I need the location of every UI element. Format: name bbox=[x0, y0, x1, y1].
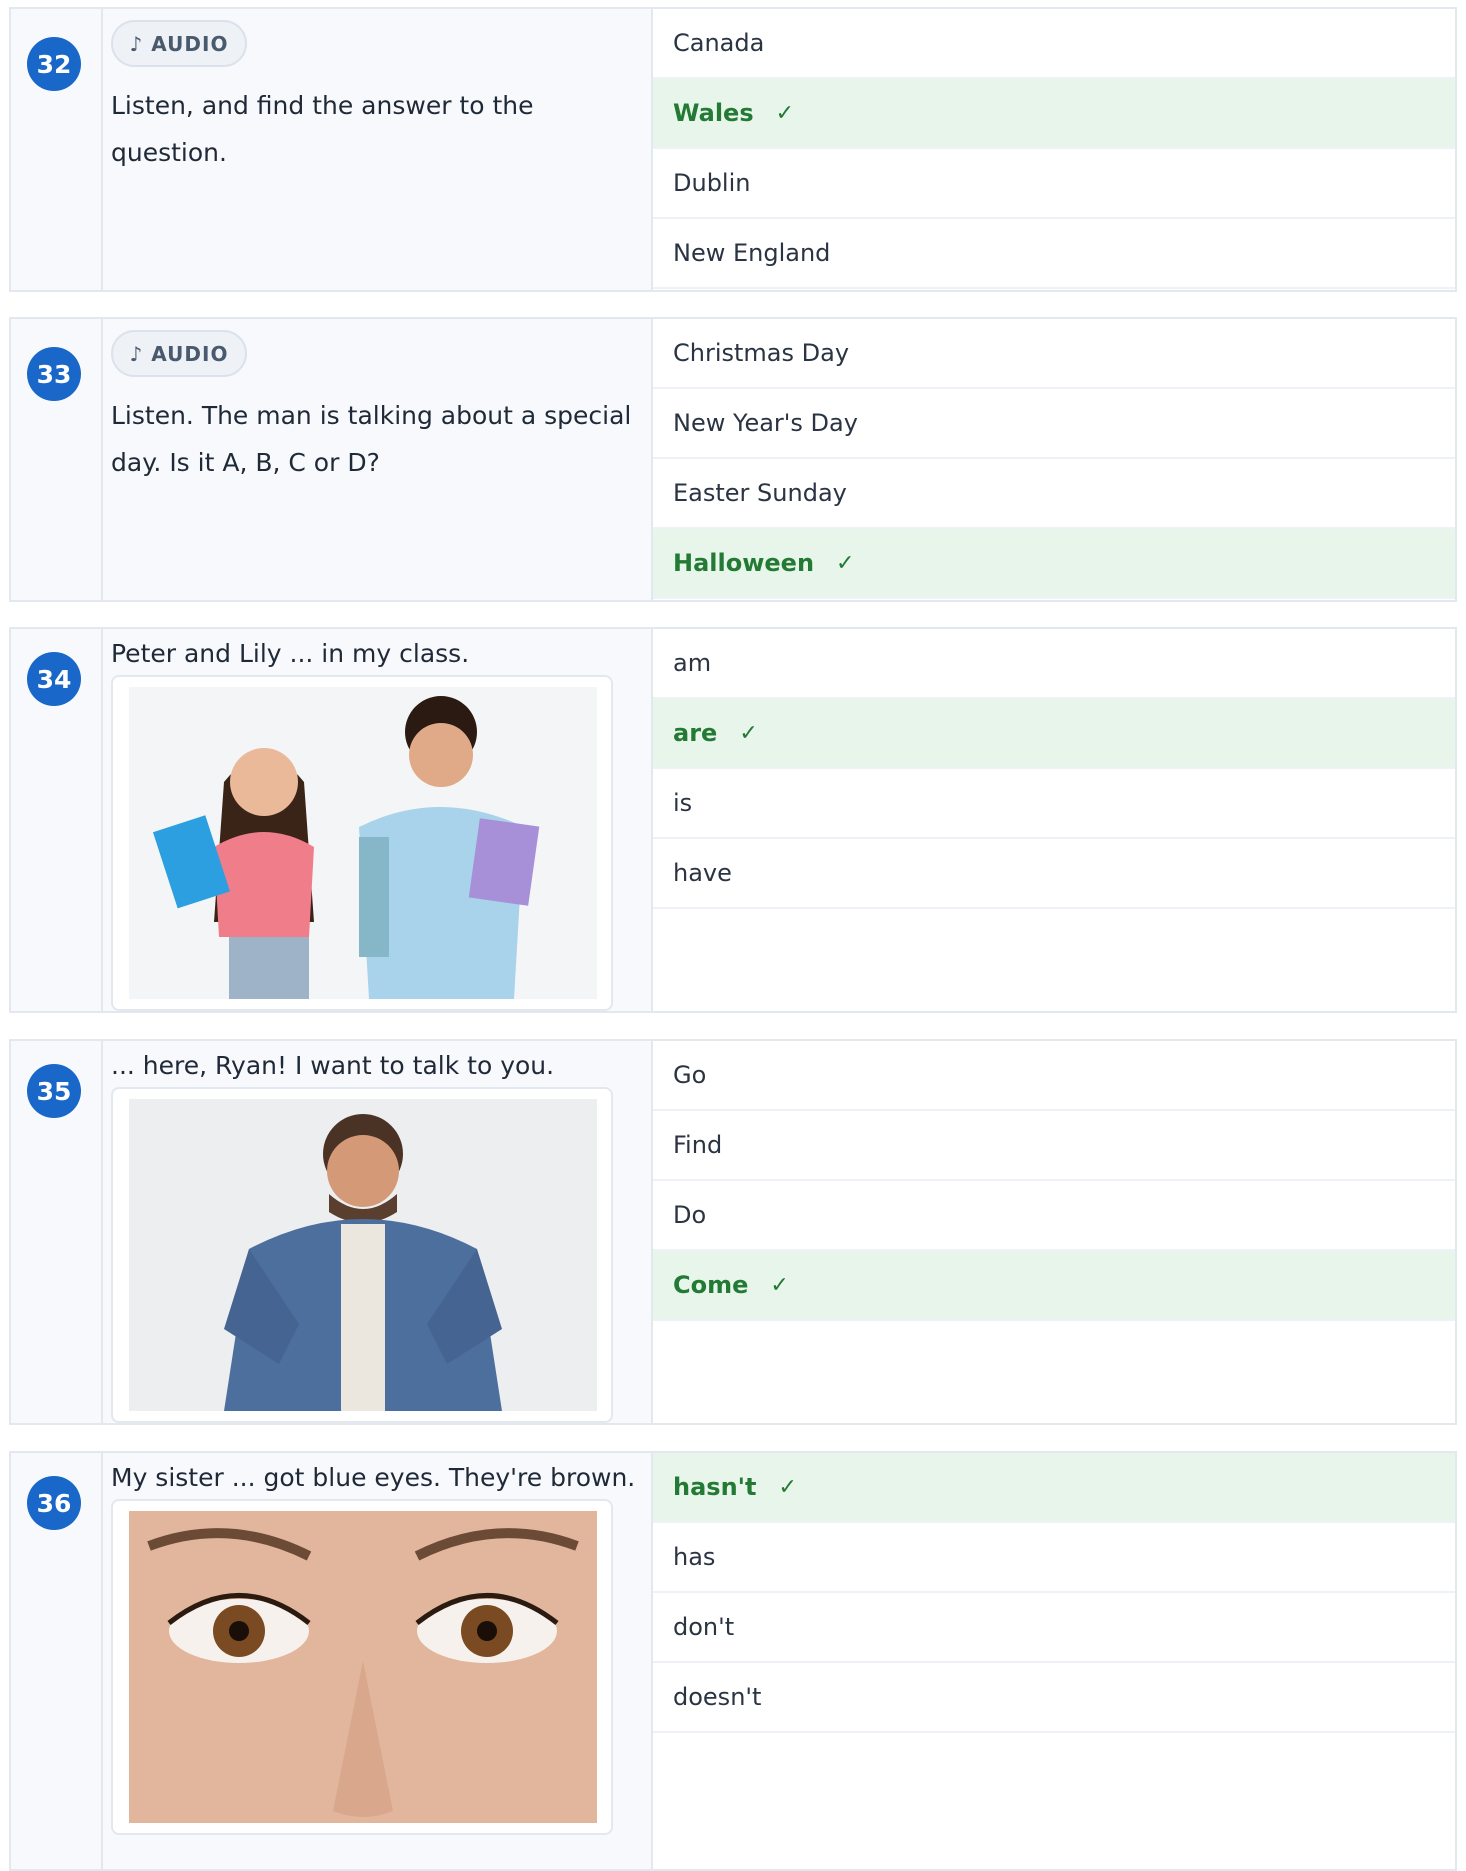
question-image-frame bbox=[111, 1087, 613, 1423]
question-number-badge: 35 bbox=[27, 1064, 81, 1118]
answer-option[interactable]: am bbox=[653, 629, 1455, 699]
audio-button[interactable]: ♪ AUDIO bbox=[111, 20, 247, 67]
music-note-icon: ♪ bbox=[129, 341, 144, 366]
question-body: ♪ AUDIO Listen. The man is talking about… bbox=[103, 319, 651, 600]
question-body: ♪ AUDIO Listen, and find the answer to t… bbox=[103, 9, 651, 290]
question-body: My sister ... got blue eyes. They're bro… bbox=[103, 1453, 651, 1869]
answer-option[interactable]: Do bbox=[653, 1181, 1455, 1251]
answer-option[interactable]: don't bbox=[653, 1593, 1455, 1663]
answer-list: Canada Wales ✓ Dublin New England bbox=[651, 9, 1455, 290]
question-card-35: 35 ... here, Ryan! I want to talk to you… bbox=[9, 1039, 1457, 1425]
question-prompt: Listen, and find the answer to the quest… bbox=[111, 91, 534, 167]
answer-option-correct[interactable]: are ✓ bbox=[653, 699, 1455, 769]
answer-option[interactable]: have bbox=[653, 839, 1455, 909]
question-prompt: Peter and Lily ... in my class. bbox=[111, 639, 470, 668]
answer-option[interactable]: is bbox=[653, 769, 1455, 839]
answer-option[interactable]: Dublin bbox=[653, 149, 1455, 219]
answer-option[interactable]: has bbox=[653, 1523, 1455, 1593]
question-number-badge: 36 bbox=[27, 1476, 81, 1530]
question-image-frame bbox=[111, 675, 613, 1011]
answer-option[interactable]: New Year's Day bbox=[653, 389, 1455, 459]
checkmark-icon: ✓ bbox=[770, 1272, 789, 1298]
question-prompt: Listen. The man is talking about a speci… bbox=[111, 401, 632, 477]
answer-list: Go Find Do Come ✓ bbox=[651, 1041, 1455, 1423]
question-body: Peter and Lily ... in my class. bbox=[103, 629, 651, 1011]
question-number-column: 33 bbox=[11, 319, 103, 600]
answer-list: Christmas Day New Year's Day Easter Sund… bbox=[651, 319, 1455, 600]
students-photo bbox=[129, 687, 597, 999]
answer-option[interactable]: Easter Sunday bbox=[653, 459, 1455, 529]
question-card-32: 32 ♪ AUDIO Listen, and find the answer t… bbox=[9, 7, 1457, 292]
answer-option[interactable]: Find bbox=[653, 1111, 1455, 1181]
checkmark-icon: ✓ bbox=[778, 1474, 797, 1500]
audio-label: AUDIO bbox=[151, 31, 229, 56]
answer-option[interactable]: Christmas Day bbox=[653, 319, 1455, 389]
checkmark-icon: ✓ bbox=[775, 100, 795, 126]
answer-list: am are ✓ is have bbox=[651, 629, 1455, 1011]
audio-button[interactable]: ♪ AUDIO bbox=[111, 330, 247, 377]
answer-option-correct[interactable]: Wales ✓ bbox=[653, 79, 1455, 149]
answer-option[interactable]: New England bbox=[653, 219, 1455, 289]
question-number-column: 32 bbox=[11, 9, 103, 290]
question-card-36: 36 My sister ... got blue eyes. They're … bbox=[9, 1451, 1457, 1871]
music-note-icon: ♪ bbox=[129, 31, 144, 56]
answer-option[interactable]: doesn't bbox=[653, 1663, 1455, 1733]
question-card-34: 34 Peter and Lily ... in my class. am ar… bbox=[9, 627, 1457, 1013]
eyes-photo bbox=[129, 1511, 597, 1823]
question-image-frame bbox=[111, 1499, 613, 1835]
question-number-column: 36 bbox=[11, 1453, 103, 1869]
question-prompt: ... here, Ryan! I want to talk to you. bbox=[111, 1051, 555, 1080]
question-body: ... here, Ryan! I want to talk to you. bbox=[103, 1041, 651, 1423]
question-number-column: 34 bbox=[11, 629, 103, 1011]
answer-option[interactable]: Canada bbox=[653, 9, 1455, 79]
answer-option[interactable]: Go bbox=[653, 1041, 1455, 1111]
answer-option-correct[interactable]: hasn't ✓ bbox=[653, 1453, 1455, 1523]
question-number-badge: 34 bbox=[27, 652, 81, 706]
question-number-badge: 32 bbox=[27, 37, 81, 91]
question-number-badge: 33 bbox=[27, 347, 81, 401]
checkmark-icon: ✓ bbox=[739, 720, 758, 746]
man-photo bbox=[129, 1099, 597, 1411]
question-card-33: 33 ♪ AUDIO Listen. The man is talking ab… bbox=[9, 317, 1457, 602]
question-prompt: My sister ... got blue eyes. They're bro… bbox=[111, 1463, 636, 1492]
audio-label: AUDIO bbox=[151, 341, 229, 366]
question-number-column: 35 bbox=[11, 1041, 103, 1423]
answer-option-correct[interactable]: Halloween ✓ bbox=[653, 529, 1455, 599]
answer-list: hasn't ✓ has don't doesn't bbox=[651, 1453, 1455, 1869]
checkmark-icon: ✓ bbox=[836, 550, 855, 576]
answer-option-correct[interactable]: Come ✓ bbox=[653, 1251, 1455, 1321]
